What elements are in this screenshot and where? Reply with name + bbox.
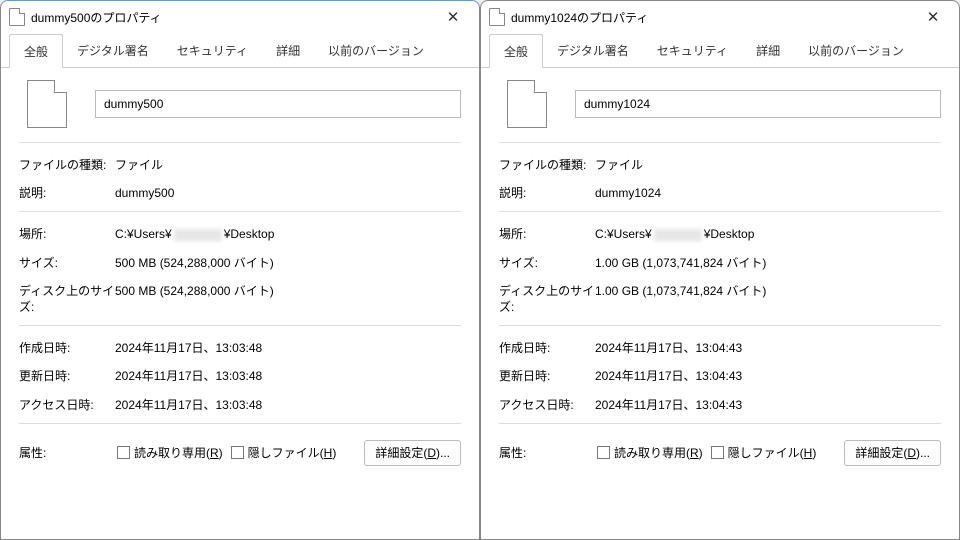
value-modified: 2024年11月17日、13:04:43 xyxy=(595,368,941,384)
label-sizeondisk: ディスク上のサイズ: xyxy=(499,283,595,315)
tab-security[interactable]: セキュリティ xyxy=(643,34,742,68)
titlebar[interactable]: dummy1024のプロパティ ✕ xyxy=(481,1,959,33)
tab-details[interactable]: 詳細 xyxy=(262,34,314,68)
separator xyxy=(499,423,941,424)
label-accessed: アクセス日時: xyxy=(499,397,595,413)
value-accessed: 2024年11月17日、13:03:48 xyxy=(115,397,461,413)
properties-dialog-right: dummy1024のプロパティ ✕ 全般 デジタル署名 セキュリティ 詳細 以前… xyxy=(480,0,960,540)
label-location: 場所: xyxy=(499,226,595,242)
tab-general[interactable]: 全般 xyxy=(9,34,63,68)
separator xyxy=(19,325,461,326)
label-filetype: ファイルの種類: xyxy=(19,157,115,173)
label-description: 説明: xyxy=(19,185,115,201)
checkbox-readonly[interactable]: 読み取り専用(R) xyxy=(117,444,223,461)
label-location: 場所: xyxy=(19,226,115,242)
filename-input[interactable] xyxy=(95,90,461,118)
value-description: dummy1024 xyxy=(595,185,941,201)
file-icon xyxy=(9,8,25,26)
label-attributes: 属性: xyxy=(499,444,595,461)
value-size: 500 MB (524,288,000 バイト) xyxy=(115,255,461,271)
file-icon xyxy=(507,80,547,128)
value-created: 2024年11月17日、13:04:43 xyxy=(595,340,941,356)
label-created: 作成日時: xyxy=(499,340,595,356)
label-attributes: 属性: xyxy=(19,444,115,461)
separator xyxy=(499,211,941,212)
close-icon[interactable]: ✕ xyxy=(433,3,473,31)
label-created: 作成日時: xyxy=(19,340,115,356)
value-description: dummy500 xyxy=(115,185,461,201)
label-sizeondisk: ディスク上のサイズ: xyxy=(19,283,115,315)
window-title: dummy500のプロパティ xyxy=(31,9,433,26)
value-location: C:¥Users¥¥Desktop xyxy=(595,226,941,242)
value-created: 2024年11月17日、13:03:48 xyxy=(115,340,461,356)
checkbox-hidden[interactable]: 隠しファイル(H) xyxy=(231,444,337,461)
label-size: サイズ: xyxy=(19,255,115,271)
filename-input[interactable] xyxy=(575,90,941,118)
separator xyxy=(499,325,941,326)
value-filetype: ファイル xyxy=(595,157,941,173)
checkbox-hidden[interactable]: 隠しファイル(H) xyxy=(711,444,817,461)
tab-digital-signature[interactable]: デジタル署名 xyxy=(63,34,163,68)
value-accessed: 2024年11月17日、13:04:43 xyxy=(595,397,941,413)
redacted-username xyxy=(174,229,222,241)
value-sizeondisk: 500 MB (524,288,000 バイト) xyxy=(115,283,461,315)
label-accessed: アクセス日時: xyxy=(19,397,115,413)
label-size: サイズ: xyxy=(499,255,595,271)
tab-strip: 全般 デジタル署名 セキュリティ 詳細 以前のバージョン xyxy=(1,33,479,68)
tab-previous-versions[interactable]: 以前のバージョン xyxy=(314,34,438,68)
advanced-button[interactable]: 詳細設定(D)... xyxy=(844,440,941,466)
separator xyxy=(19,211,461,212)
properties-dialog-left: dummy500のプロパティ ✕ 全般 デジタル署名 セキュリティ 詳細 以前の… xyxy=(0,0,480,540)
file-icon xyxy=(27,80,67,128)
value-sizeondisk: 1.00 GB (1,073,741,824 バイト) xyxy=(595,283,941,315)
checkbox-readonly[interactable]: 読み取り専用(R) xyxy=(597,444,703,461)
tab-strip: 全般 デジタル署名 セキュリティ 詳細 以前のバージョン xyxy=(481,33,959,68)
tab-content-general: ファイルの種類:ファイル 説明:dummy1024 場所:C:¥Users¥¥D… xyxy=(481,68,959,539)
tab-digital-signature[interactable]: デジタル署名 xyxy=(543,34,643,68)
close-icon[interactable]: ✕ xyxy=(913,3,953,31)
tab-content-general: ファイルの種類:ファイル 説明:dummy500 場所:C:¥Users¥¥De… xyxy=(1,68,479,539)
value-filetype: ファイル xyxy=(115,157,461,173)
value-location: C:¥Users¥¥Desktop xyxy=(115,226,461,242)
tab-general[interactable]: 全般 xyxy=(489,34,543,68)
value-modified: 2024年11月17日、13:03:48 xyxy=(115,368,461,384)
titlebar[interactable]: dummy500のプロパティ ✕ xyxy=(1,1,479,33)
value-size: 1.00 GB (1,073,741,824 バイト) xyxy=(595,255,941,271)
label-description: 説明: xyxy=(499,185,595,201)
window-title: dummy1024のプロパティ xyxy=(511,9,913,26)
advanced-button[interactable]: 詳細設定(D)... xyxy=(364,440,461,466)
separator xyxy=(499,142,941,143)
tab-security[interactable]: セキュリティ xyxy=(163,34,262,68)
label-modified: 更新日時: xyxy=(19,368,115,384)
separator xyxy=(19,423,461,424)
file-icon xyxy=(489,8,505,26)
label-modified: 更新日時: xyxy=(499,368,595,384)
redacted-username xyxy=(654,229,702,241)
tab-previous-versions[interactable]: 以前のバージョン xyxy=(794,34,918,68)
label-filetype: ファイルの種類: xyxy=(499,157,595,173)
tab-details[interactable]: 詳細 xyxy=(742,34,794,68)
separator xyxy=(19,142,461,143)
